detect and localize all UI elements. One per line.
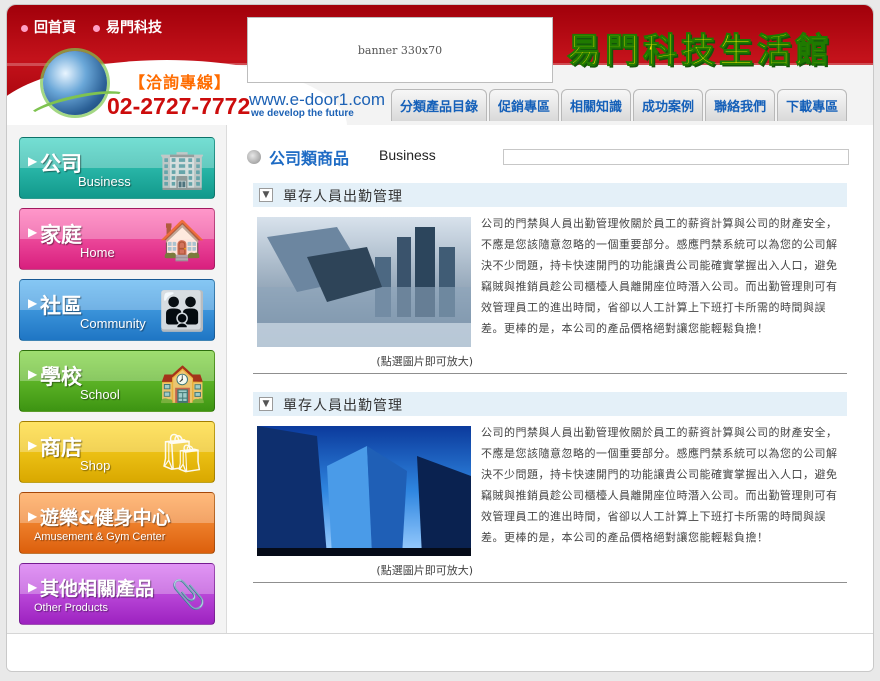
company-link[interactable]: 易門科技 (93, 17, 162, 37)
product-title-bar: ▼ 單存人員出勤管理 (253, 392, 847, 416)
category-home[interactable]: ▶ 家庭 Home 🏠 (19, 208, 215, 270)
page: 回首頁 易門科技 【洽詢專線】 02-2727-7772 banner 330x… (6, 4, 874, 672)
section-bullet-icon (247, 150, 261, 164)
category-community[interactable]: ▶ 社區 Community 👪 (19, 279, 215, 341)
building-icon: 🏢 (158, 147, 206, 191)
category-other-products[interactable]: ▶ 其他相關產品 Other Products 📎 (19, 563, 215, 625)
nav-success-cases[interactable]: 成功案例 (633, 89, 704, 121)
company-link-label: 易門科技 (106, 20, 162, 36)
category-sublabel: Community (80, 316, 146, 331)
bullet-icon (93, 24, 100, 32)
paperclip-icon: 📎 (171, 578, 206, 611)
globe-logo-icon (43, 51, 107, 115)
nav-knowledge[interactable]: 相關知識 (561, 89, 632, 121)
home-link-label: 回首頁 (34, 20, 76, 36)
image-caption: (點選圖片即可放大) (376, 355, 473, 368)
slogan: we develop the future (251, 108, 354, 119)
section-header: 公司類商品 Business (247, 147, 853, 168)
section-subtitle: Business (379, 147, 436, 163)
category-sublabel: Amusement & Gym Center (34, 531, 166, 543)
hotline-number: 02-2727-7772 (107, 93, 251, 119)
collapse-toggle-icon[interactable]: ▼ (259, 188, 273, 202)
image-caption: (點選圖片即可放大) (376, 564, 473, 577)
product-description: 公司的門禁與人員出勤管理攸關於員工的薪資計算與公司的財產安全，不應是您該隨意忽略… (481, 426, 838, 544)
site-title: 易門科技生活館 (567, 31, 833, 72)
arrow-right-icon: ▶ (28, 367, 38, 381)
category-label: 遊樂&健身中心 (40, 507, 171, 529)
nav-product-catalog[interactable]: 分類產品目錄 (391, 89, 488, 121)
arrow-right-icon: ▶ (28, 438, 38, 452)
home-link[interactable]: 回首頁 (21, 17, 76, 37)
header: 回首頁 易門科技 【洽詢專線】 02-2727-7772 banner 330x… (7, 5, 873, 125)
main-content: 公司類商品 Business ▼ 單存人員出勤管理 (點選圖片即可放大) 公司的… (227, 125, 873, 633)
category-label: 商店 (40, 436, 82, 460)
collapse-toggle-icon[interactable]: ▼ (259, 397, 273, 411)
main-nav: 分類產品目錄 促銷專區 相關知識 成功案例 聯絡我們 下載專區 (391, 89, 848, 121)
footer (7, 633, 873, 671)
shopping-bag-icon: 🛍 (157, 431, 206, 475)
arrow-right-icon: ▶ (28, 296, 38, 310)
section-divider (503, 149, 849, 165)
business-laptop-photo (257, 217, 471, 347)
nav-promotions[interactable]: 促銷專區 (489, 89, 560, 121)
product-title: 單存人員出勤管理 (283, 398, 403, 414)
section-title: 公司類商品 (269, 149, 350, 168)
category-label: 公司 (40, 152, 82, 176)
product-description: 公司的門禁與人員出勤管理攸關於員工的薪資計算與公司的財產安全，不應是您該隨意忽略… (481, 217, 838, 335)
category-shop[interactable]: ▶ 商店 Shop 🛍 (19, 421, 215, 483)
category-amusement-gym[interactable]: ▶ 遊樂&健身中心 Amusement & Gym Center (19, 492, 215, 554)
house-icon: 🏠 (158, 218, 206, 262)
bullet-icon (21, 24, 28, 32)
banner-placeholder[interactable]: banner 330x70 (247, 17, 553, 83)
category-label: 家庭 (40, 223, 82, 247)
category-sublabel: School (80, 387, 120, 402)
category-sublabel: Home (80, 245, 115, 260)
category-business[interactable]: ▶ 公司 Business 🏢 (19, 137, 215, 199)
school-icon: 🏫 (158, 360, 206, 404)
category-label: 學校 (40, 365, 82, 389)
item-divider (253, 373, 847, 374)
people-icon: 👪 (158, 289, 206, 333)
category-sublabel: Shop (80, 458, 111, 473)
hotline-label: 【洽詢專線】 (129, 73, 232, 92)
product-title-bar: ▼ 單存人員出勤管理 (253, 183, 847, 207)
sidebar: ▶ 公司 Business 🏢 ▶ 家庭 Home 🏠 ▶ 社區 Communi… (7, 125, 227, 633)
category-sublabel: Business (78, 174, 131, 189)
domain-link[interactable]: www.e-door1.com (249, 90, 385, 110)
product-image[interactable] (257, 217, 471, 347)
nav-downloads[interactable]: 下載專區 (777, 89, 848, 121)
nav-contact[interactable]: 聯絡我們 (705, 89, 776, 121)
arrow-right-icon: ▶ (28, 225, 38, 239)
arrow-right-icon: ▶ (28, 154, 38, 168)
item-divider (253, 582, 847, 583)
category-school[interactable]: ▶ 學校 School 🏫 (19, 350, 215, 412)
skyscraper-photo (257, 426, 471, 556)
category-sublabel: Other Products (34, 602, 108, 614)
arrow-right-icon: ▶ (28, 509, 38, 523)
product-image[interactable] (257, 426, 471, 556)
category-label: 其他相關產品 (40, 578, 155, 600)
product-title: 單存人員出勤管理 (283, 189, 403, 205)
arrow-right-icon: ▶ (28, 580, 38, 594)
category-label: 社區 (40, 294, 82, 318)
